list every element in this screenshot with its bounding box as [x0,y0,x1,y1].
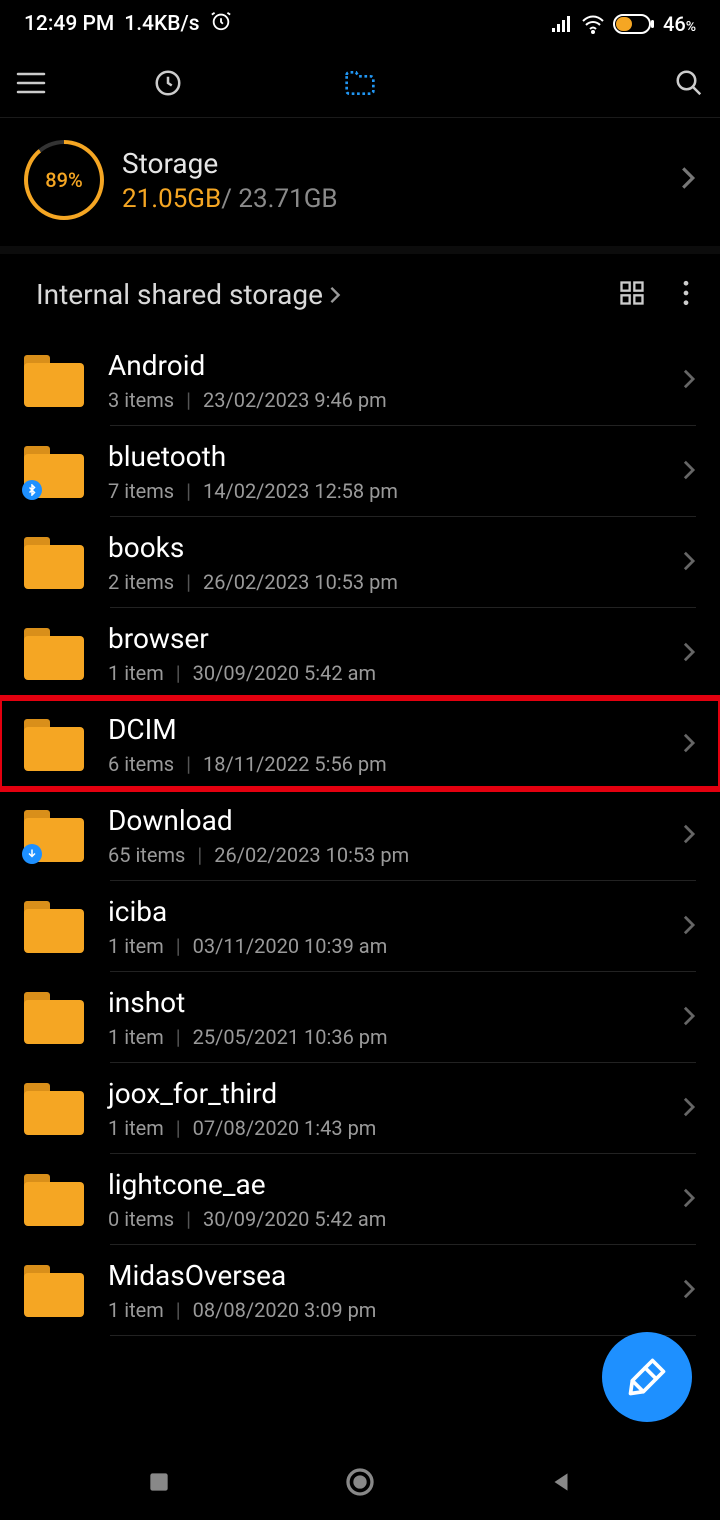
nav-home[interactable] [344,1466,376,1502]
folder-name: bluetooth [108,440,658,473]
wifi-icon [581,14,605,34]
grid-view-button[interactable] [618,279,646,311]
battery-icon [613,14,655,34]
folder-meta: 1 item|03/11/2020 10:39 am [108,934,658,958]
folder-icon [24,992,84,1044]
tab-files[interactable] [264,69,456,97]
status-time: 12:49 PM [24,12,114,36]
folder-row[interactable]: browser 1 item|30/09/2020 5:42 am [0,608,720,699]
folder-meta: 65 items|26/02/2023 10:53 pm [108,843,658,867]
chevron-right-icon [682,1096,696,1122]
chevron-right-icon [682,1005,696,1031]
folder-icon [24,628,84,680]
folder-row[interactable]: books 2 items|26/02/2023 10:53 pm [0,517,720,608]
folder-name: iciba [108,895,658,928]
status-net-speed: 1.4KB/s [124,12,199,36]
nav-recents[interactable] [146,1469,172,1499]
folder-name: books [108,531,658,564]
folder-icon [24,810,84,862]
folder-row[interactable]: MidasOversea 1 item|08/08/2020 3:09 pm [0,1245,720,1336]
breadcrumb[interactable]: Internal shared storage [36,278,341,311]
search-button[interactable] [648,68,704,98]
chevron-right-icon [682,1278,696,1304]
folder-row[interactable]: lightcone_ae 0 items|30/09/2020 5:42 am [0,1154,720,1245]
folder-meta: 1 item|25/05/2021 10:36 pm [108,1025,658,1049]
folder-name: MidasOversea [108,1259,658,1292]
storage-summary[interactable]: 89% Storage 21.05GB/ 23.71GB [0,118,720,246]
folder-icon [24,1265,84,1317]
chevron-right-icon [682,641,696,667]
folder-meta: 2 items|26/02/2023 10:53 pm [108,570,658,594]
folder-row[interactable]: Android 3 items|23/02/2023 9:46 pm [0,335,720,426]
signal-icon [551,14,573,34]
storage-percent: 89% [45,168,82,192]
breadcrumb-row: Internal shared storage [0,254,720,335]
menu-button[interactable] [16,72,72,94]
folder-icon [24,719,84,771]
folder-row[interactable]: iciba 1 item|03/11/2020 10:39 am [0,881,720,972]
top-tab-bar [0,48,720,118]
folder-list: Android 3 items|23/02/2023 9:46 pm bluetoo… [0,335,720,1336]
folder-row[interactable]: joox_for_third 1 item|07/08/2020 1:43 pm [0,1063,720,1154]
clean-fab[interactable] [602,1332,692,1422]
more-button[interactable] [682,280,690,310]
chevron-right-icon [680,165,696,195]
storage-ring: 89% [24,140,104,220]
status-bar: 12:49 PM 1.4KB/s 46% [0,0,720,48]
folder-name: Android [108,349,658,382]
section-divider [0,246,720,254]
folder-meta: 3 items|23/02/2023 9:46 pm [108,388,658,412]
chevron-right-icon [682,732,696,758]
folder-icon [24,1174,84,1226]
folder-row[interactable]: inshot 1 item|25/05/2021 10:36 pm [0,972,720,1063]
folder-meta: 1 item|30/09/2020 5:42 am [108,661,658,685]
folder-meta: 6 items|18/11/2022 5:56 pm [108,752,658,776]
folder-name: joox_for_third [108,1077,658,1110]
download-badge-icon [22,844,42,864]
chevron-right-icon [682,1187,696,1213]
folder-name: browser [108,622,658,655]
system-nav-bar [0,1448,720,1520]
folder-icon [24,537,84,589]
folder-row[interactable]: bluetooth 7 items|14/02/2023 12:58 pm [0,426,720,517]
folder-meta: 7 items|14/02/2023 12:58 pm [108,479,658,503]
folder-icon [24,901,84,953]
bluetooth-badge-icon [22,480,42,500]
folder-icon [24,446,84,498]
folder-icon [24,355,84,407]
chevron-right-icon [682,368,696,394]
folder-name: lightcone_ae [108,1168,658,1201]
storage-title: Storage [122,147,338,180]
alarm-icon [210,10,232,38]
chevron-right-icon [682,914,696,940]
folder-name: DCIM [108,713,658,746]
folder-name: inshot [108,986,658,1019]
folder-meta: 0 items|30/09/2020 5:42 am [108,1207,658,1231]
folder-row[interactable]: Download 65 items|26/02/2023 10:53 pm [0,790,720,881]
tab-recent[interactable] [72,68,264,98]
battery-percent: 46% [663,12,696,36]
folder-row[interactable]: DCIM 6 items|18/11/2022 5:56 pm [0,699,720,790]
folder-name: Download [108,804,658,837]
chevron-right-icon [682,550,696,576]
nav-back[interactable] [548,1469,574,1499]
folder-meta: 1 item|08/08/2020 3:09 pm [108,1298,658,1322]
storage-numbers: 21.05GB/ 23.71GB [122,184,338,214]
chevron-right-icon [682,823,696,849]
folder-meta: 1 item|07/08/2020 1:43 pm [108,1116,658,1140]
folder-icon [24,1083,84,1135]
breadcrumb-label: Internal shared storage [36,278,323,311]
chevron-right-icon [682,459,696,485]
